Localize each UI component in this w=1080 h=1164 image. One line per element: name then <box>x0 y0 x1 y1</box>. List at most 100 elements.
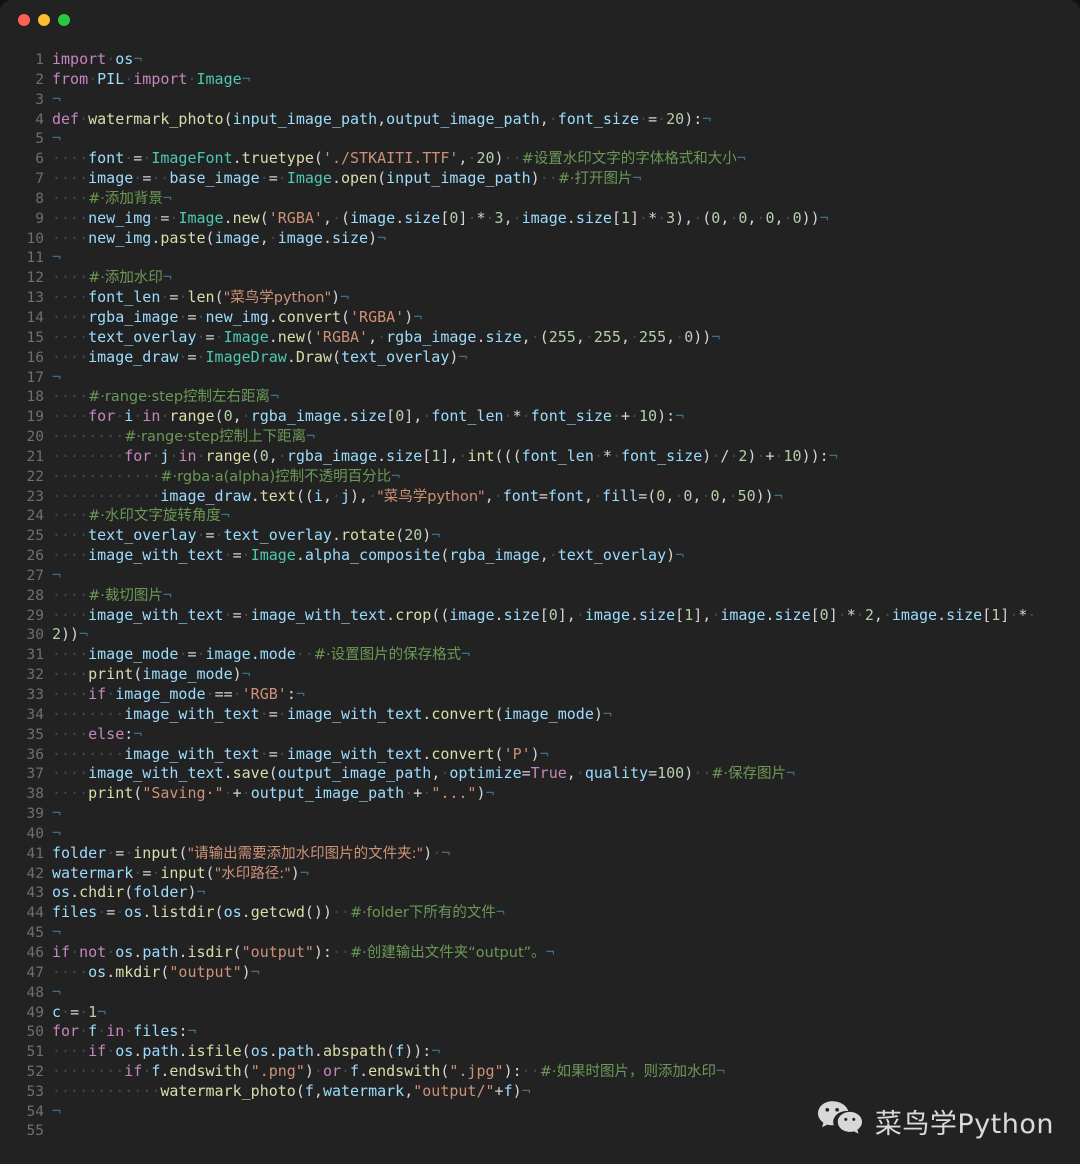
token-eol: ¬ <box>162 188 172 207</box>
code-line[interactable]: 12 ····#·添加水印¬ <box>0 268 1080 288</box>
token-ws: ···· <box>52 288 89 307</box>
token-pl: , <box>431 764 441 783</box>
token-ws: · <box>133 169 143 188</box>
token-com: #·裁切图片 <box>88 587 163 604</box>
code-line[interactable]: 42 watermark·=·input("水印路径:")¬ <box>0 864 1080 884</box>
code-line[interactable]: 18 ····#·range·step控制左右距离¬ <box>0 387 1080 407</box>
token-pl: . <box>476 327 486 346</box>
code-line[interactable]: 15 ····text_overlay·=·Image.new('RGBA',·r… <box>0 328 1080 348</box>
token-num: 255 <box>593 327 621 346</box>
code-line[interactable]: 28 ····#·裁切图片¬ <box>0 586 1080 606</box>
code-line[interactable]: 22 ············#·rgba·a(alpha)控制不透明百分比¬ <box>0 467 1080 487</box>
code-line[interactable]: 35 ····else:¬ <box>0 725 1080 745</box>
token-com: #·folder下所有的文件 <box>350 905 496 922</box>
code-line[interactable]: 44 files·=·os.listdir(os.getcwd())··#·fol… <box>0 903 1080 923</box>
code-line[interactable]: 39 ¬ <box>0 804 1080 824</box>
token-pl: , <box>268 446 278 465</box>
token-kw: if <box>88 685 107 703</box>
code-line[interactable]: 9 ····new_img·=·Image.new('RGBA',·(image.… <box>0 209 1080 229</box>
code-line[interactable]: 52 ········if·f.endswith(".png")·or·f.end… <box>0 1062 1080 1082</box>
code-line[interactable]: 13 ····font_len·=·len("菜鸟学python")¬ <box>0 288 1080 308</box>
line-content: ········image_with_text·=·image_with_tex… <box>52 745 1080 765</box>
token-com: #·rgba·a(alpha)控制不透明百分比 <box>160 468 392 485</box>
code-line[interactable]: 26 ····image_with_text·=·Image.alpha_comp… <box>0 546 1080 566</box>
code-line[interactable]: 23 ············image_draw.text((i,·j),·"菜… <box>0 487 1080 507</box>
code-line[interactable]: 4 def·watermark_photo(input_image_path,ou… <box>0 110 1080 130</box>
code-line[interactable]: 34 ········image_with_text·=·image_with_t… <box>0 705 1080 725</box>
token-fn: input <box>133 843 179 862</box>
code-line[interactable]: 3 ¬ <box>0 90 1080 110</box>
code-line[interactable]: 10 ····new_img.paste(image,·image.size)¬ <box>0 229 1080 249</box>
code-line[interactable]: 29 ····image_with_text·=·image_with_text.… <box>0 606 1080 626</box>
code-line[interactable]: 51 ····if·os.path.isfile(os.path.abspath(… <box>0 1042 1080 1062</box>
token-fn: new <box>277 327 305 346</box>
code-line[interactable]: 19 ····for·i·in·range(0,·rgba_image.size[… <box>0 407 1080 427</box>
token-pl: ( <box>259 208 269 227</box>
token-pl: ( <box>341 208 351 227</box>
token-fn: watermark_photo <box>160 1081 296 1100</box>
line-number: 3 <box>35 91 44 108</box>
code-line[interactable]: 43 os.chdir(folder)¬ <box>0 883 1080 903</box>
line-content: ····#·水印文字旋转角度¬ <box>52 506 1080 527</box>
code-line[interactable]: 21 ········for·j·in·range(0,·rgba_image.s… <box>0 447 1080 467</box>
code-line[interactable]: 30 2))¬ <box>0 625 1080 645</box>
code-line[interactable]: 14 ····rgba_image·=·new_img.convert('RGBA… <box>0 308 1080 328</box>
code-line[interactable]: 24 ····#·水印文字旋转角度¬ <box>0 506 1080 526</box>
token-pl: . <box>313 1042 323 1061</box>
token-ws: · <box>241 784 251 803</box>
token-ws: · <box>133 863 143 882</box>
code-line[interactable]: 40 ¬ <box>0 824 1080 844</box>
code-line[interactable]: 1 import·os¬ <box>0 50 1080 70</box>
code-line[interactable]: 31 ····image_mode·=·image.mode··#·设置图片的保存… <box>0 645 1080 665</box>
code-line[interactable]: 20 ········#·range·step控制上下距离¬ <box>0 427 1080 447</box>
code-line[interactable]: 50 for·f·in·files:¬ <box>0 1022 1080 1042</box>
token-fn: print <box>88 665 134 684</box>
token-id: watermark <box>322 1081 405 1100</box>
code-line[interactable]: 38 ····print("Saving·"·+·output_image_pat… <box>0 784 1080 804</box>
code-line[interactable]: 47 ····os.mkdir("output")¬ <box>0 963 1080 983</box>
code-editor-content[interactable]: 1 import·os¬ 2 from·PIL·import·Image¬ 3 ¬ 4 def… <box>0 40 1080 1142</box>
line-content: os.chdir(folder)¬ <box>52 883 1080 903</box>
code-line[interactable]: 7 ····image·=··base_image·=·Image.open(in… <box>0 169 1080 189</box>
line-number: 21 <box>26 448 44 465</box>
token-pl: ( <box>647 486 657 505</box>
code-line[interactable]: 5 ¬ <box>0 129 1080 149</box>
line-content: ····os.mkdir("output")¬ <box>52 963 1080 983</box>
code-line[interactable]: 45 ¬ <box>0 923 1080 943</box>
maximize-button[interactable] <box>58 14 70 26</box>
token-id: os <box>124 903 143 922</box>
line-number: 53 <box>26 1083 44 1100</box>
code-line[interactable]: 48 ¬ <box>0 983 1080 1003</box>
code-line[interactable]: 8 ····#·添加背景¬ <box>0 189 1080 209</box>
code-line[interactable]: 11 ¬ <box>0 248 1080 268</box>
token-fn: watermark_photo <box>88 109 224 128</box>
code-line[interactable]: 49 c·=·1¬ <box>0 1003 1080 1023</box>
code-line[interactable]: 33 ····if·image_mode·==·'RGB':¬ <box>0 685 1080 705</box>
code-line[interactable]: 25 ····text_overlay·=·text_overlay.rotate… <box>0 526 1080 546</box>
minimize-button[interactable] <box>38 14 50 26</box>
code-line[interactable]: 46 if·not·os.path.isdir("output"):··#·创建输… <box>0 943 1080 963</box>
token-cls: ImageDraw <box>205 347 287 366</box>
token-str: "output" <box>241 942 314 961</box>
token-ws: ···· <box>52 188 89 207</box>
line-content: ····image·=··base_image·=·Image.open(inp… <box>52 169 1080 190</box>
code-line[interactable]: 27 ¬ <box>0 566 1080 586</box>
line-number: 32 <box>26 667 44 684</box>
token-id: new_img <box>88 208 152 227</box>
token-str: "菜鸟学python" <box>223 290 332 307</box>
code-line[interactable]: 41 folder·=·input("请输出需要添加水印图片的文件夹:")·¬ <box>0 844 1080 864</box>
code-line[interactable]: 6 ····font·=·ImageFont.truetype('./STKAIT… <box>0 149 1080 169</box>
code-line[interactable]: 32 ····print(image_mode)¬ <box>0 665 1080 685</box>
token-pl: )) <box>61 625 80 644</box>
token-eol: ¬ <box>485 784 495 803</box>
code-line[interactable]: 37 ····image_with_text.save(output_image_… <box>0 764 1080 784</box>
code-line[interactable]: 17 ¬ <box>0 368 1080 388</box>
line-content: ¬ <box>52 824 1080 844</box>
code-line[interactable]: 53 ············watermark_photo(f,watermar… <box>0 1082 1080 1102</box>
code-line[interactable]: 16 ····image_draw·=·ImageDraw.Draw(text_o… <box>0 348 1080 368</box>
code-line[interactable]: 36 ········image_with_text·=·image_with_t… <box>0 745 1080 765</box>
code-line[interactable]: 2 from·PIL·import·Image¬ <box>0 70 1080 90</box>
token-id: image_mode <box>142 665 233 684</box>
close-button[interactable] <box>18 14 30 26</box>
line-number: 10 <box>26 230 44 247</box>
